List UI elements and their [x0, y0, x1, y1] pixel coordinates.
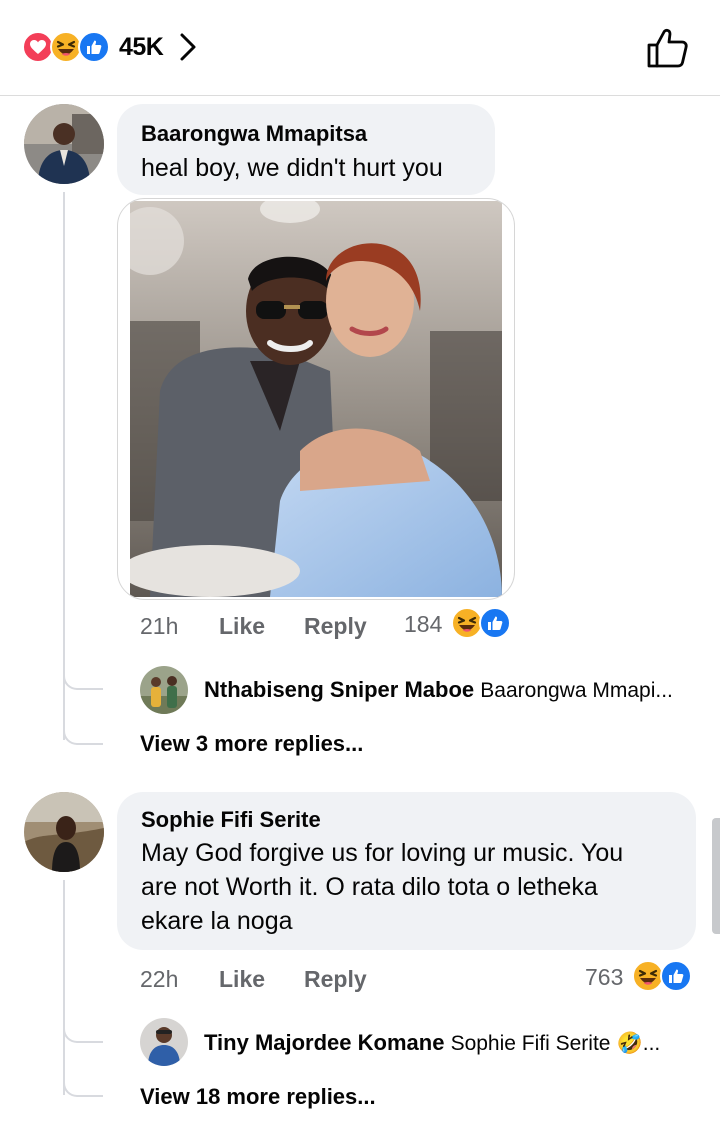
reply-author[interactable]: Tiny Majordee Komane — [204, 1030, 444, 1055]
comment-reactions[interactable] — [632, 960, 692, 992]
like-icon — [660, 960, 692, 992]
thread-branch — [63, 1050, 103, 1097]
comment-reactions[interactable] — [451, 607, 511, 639]
avatar[interactable] — [24, 104, 104, 184]
reactions-header: 45K — [0, 0, 720, 96]
comment-text: heal boy, we didn't hurt you — [141, 154, 443, 182]
view-more-replies[interactable]: View 18 more replies... — [140, 1084, 376, 1110]
reply-avatar[interactable] — [140, 1018, 188, 1066]
chevron-right-icon[interactable] — [179, 32, 197, 62]
thumbs-up-outline-icon[interactable] — [644, 26, 690, 75]
like-icon — [479, 607, 511, 639]
comment-text-line: May God forgive us for loving ur music. … — [141, 839, 624, 867]
comment-author[interactable]: Sophie Fifi Serite — [141, 807, 321, 833]
like-icon — [78, 31, 110, 63]
thread-branch — [63, 990, 103, 1043]
reaction-count: 45K — [119, 32, 164, 61]
reaction-summary[interactable]: 45K — [22, 30, 197, 64]
comment-text-line: ekare la noga — [141, 907, 293, 935]
view-more-replies[interactable]: View 3 more replies... — [140, 731, 363, 757]
thread-branch — [63, 640, 103, 690]
thread-branch — [63, 700, 103, 745]
avatar[interactable] — [24, 792, 104, 872]
comment-time: 22h — [140, 966, 179, 992]
comment-reaction-count[interactable]: 184 — [404, 611, 442, 638]
comment-text: May God forgive us for loving ur music. … — [141, 836, 623, 938]
comment-text-line: are not Worth it. O rata dilo tota o let… — [141, 873, 598, 901]
reply-text: Sophie Fifi Serite — [450, 1032, 611, 1055]
comment-author[interactable]: Baarongwa Mmapitsa — [141, 121, 367, 147]
comment-photo[interactable] — [117, 198, 515, 600]
comment-time: 21h — [140, 613, 179, 639]
comment-bubble[interactable]: Sophie Fifi Serite May God forgive us fo… — [117, 792, 696, 950]
like-button[interactable]: Like — [219, 613, 265, 640]
reply-text-ellipsis: ... — [642, 1032, 661, 1055]
rofl-emoji-icon: 🤣 — [616, 1032, 643, 1055]
like-button[interactable]: Like — [219, 966, 265, 993]
reply-button[interactable]: Reply — [304, 966, 367, 993]
reply-preview[interactable]: Nthabiseng Sniper Maboe Baarongwa Mmapi.… — [204, 677, 673, 703]
scrollbar[interactable] — [712, 818, 720, 934]
reply-author[interactable]: Nthabiseng Sniper Maboe — [204, 677, 474, 702]
comment-bubble[interactable]: Baarongwa Mmapitsa heal boy, we didn't h… — [117, 104, 495, 195]
reply-avatar[interactable] — [140, 666, 188, 714]
couple-photo — [130, 201, 502, 597]
reply-preview[interactable]: Tiny Majordee Komane Sophie Fifi Serite … — [204, 1030, 660, 1056]
reply-text: Baarongwa Mmapi... — [480, 679, 673, 702]
reply-button[interactable]: Reply — [304, 613, 367, 640]
comment-reaction-count[interactable]: 763 — [585, 964, 623, 991]
